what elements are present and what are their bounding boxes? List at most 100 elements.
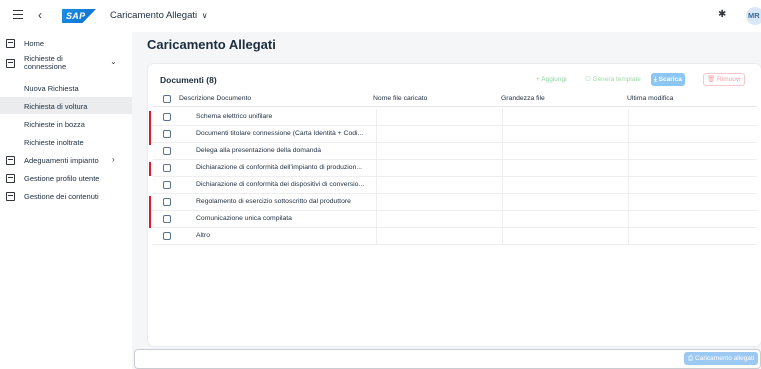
cell-divider [628, 160, 629, 177]
sidebar-item-gestione-profilo[interactable]: Gestione profilo utente [0, 170, 132, 186]
row-checkbox[interactable] [163, 130, 171, 138]
hamburger-menu-icon[interactable] [13, 10, 23, 19]
sidebar-item-richieste-bozza[interactable]: Richieste in bozza [0, 116, 132, 132]
table-row[interactable]: Documenti titolare connessione (Carta Id… [153, 126, 757, 143]
column-header-ultima-modifica: Ultima modifica [627, 95, 674, 102]
cell-divider [628, 177, 629, 194]
table-row[interactable]: Schema elettrico unifilare [149, 109, 757, 145]
cell-divider [502, 228, 503, 245]
sidebar-item-richieste-inoltrate[interactable]: Richieste inoltrate [0, 134, 132, 150]
sidebar-item-adeguamenti-impianto[interactable]: Adeguamenti impianto › [0, 152, 132, 168]
sidebar-item-gestione-contenuti[interactable]: Gestione dei contenuti [0, 188, 132, 204]
table-row[interactable]: Dichiarazione di conformità dei disposit… [153, 177, 757, 194]
user-profile-icon [6, 174, 15, 183]
chevron-down-icon: ∨ [201, 11, 208, 20]
remove-button[interactable]: 🗑 Rimuovi [703, 73, 745, 86]
cell-divider [628, 194, 629, 211]
sidebar-item-richieste-connessione[interactable]: Richieste di connessione ⌄ [0, 54, 132, 76]
sidebar-item-label: Adeguamenti impianto [24, 156, 99, 165]
row-description: Dichiarazione di conformità dei disposit… [196, 181, 365, 188]
row-description: Comunicazione unica compilata [196, 215, 292, 222]
upload-attachments-button[interactable]: ⎙ Caricamento allegati [684, 352, 759, 365]
cell-divider [502, 109, 503, 126]
select-all-checkbox[interactable] [163, 95, 171, 103]
required-marker [149, 111, 151, 145]
row-checkbox[interactable] [163, 164, 171, 172]
cell-divider [376, 211, 377, 228]
column-header-grandezza: Grandezza file [501, 95, 545, 102]
app-title-text: Caricamento Allegati [110, 10, 198, 21]
sidebar-item-label: Gestione profilo utente [24, 174, 100, 183]
cell-divider [376, 228, 377, 245]
table-header: Descrizione Documento Nome file caricato… [153, 92, 757, 107]
folder-icon [6, 59, 15, 68]
cell-divider [502, 160, 503, 177]
column-header-descrizione: Descrizione Documento [179, 95, 252, 102]
cell-divider [376, 126, 377, 143]
document-icon [6, 192, 15, 201]
row-description: Regolamento di esercizio sottoscritto da… [196, 198, 351, 205]
cell-divider [628, 109, 629, 126]
cell-divider [502, 126, 503, 143]
required-marker [149, 196, 151, 228]
row-description: Schema elettrico unifilare [196, 113, 273, 120]
chevron-right-icon[interactable]: › [112, 155, 115, 164]
cell-divider [628, 143, 629, 160]
cell-divider [502, 143, 503, 160]
required-marker [149, 162, 151, 176]
row-description: Delega alla presentazione della domanda [196, 147, 322, 154]
cell-divider [376, 177, 377, 194]
cell-divider [628, 126, 629, 143]
sidebar-item-label: Nuova Richiesta [24, 84, 79, 93]
app-title-menu[interactable]: Caricamento Allegati ∨ [110, 10, 208, 21]
sap-logo[interactable]: SAP [62, 9, 96, 23]
sidebar-item-label: Richiesta di voltura [24, 102, 88, 111]
cell-divider [502, 194, 503, 211]
add-button[interactable]: + Aggiungi [533, 73, 570, 86]
generate-template-button[interactable]: ⎔ Genera template [582, 73, 644, 86]
cell-divider [628, 211, 629, 228]
user-avatar[interactable]: MR [746, 7, 761, 25]
label-line-2: connessione [24, 62, 67, 71]
sidebar-item-label: Gestione dei contenuti [24, 192, 99, 201]
row-description: Documenti titolare connessione (Carta Id… [196, 130, 364, 137]
back-arrow-icon[interactable]: ‹ [38, 8, 42, 22]
cell-divider [502, 211, 503, 228]
documents-table-title: Documenti (8) [160, 75, 217, 85]
download-button[interactable]: ⤓ Scarica [651, 73, 685, 86]
row-checkbox[interactable] [163, 147, 171, 155]
cell-divider [376, 109, 377, 126]
cell-divider [502, 177, 503, 194]
side-navigation: Home Richieste di connessione ⌄ Nuova Ri… [0, 32, 132, 369]
sidebar-item-label: Richieste in bozza [24, 120, 85, 129]
table-row[interactable]: Dichiarazione di conformità dell'impiant… [149, 160, 757, 177]
sidebar-item-home[interactable]: Home [0, 36, 132, 50]
table-row[interactable]: Comunicazione unica compilata [153, 211, 757, 228]
row-description: Altro [196, 232, 210, 239]
sidebar-item-nuova-richiesta[interactable]: Nuova Richiesta [0, 80, 132, 96]
row-checkbox[interactable] [163, 215, 171, 223]
column-header-nome-file: Nome file caricato [373, 95, 428, 102]
table-row[interactable]: Regolamento di esercizio sottoscritto da… [149, 194, 757, 228]
row-checkbox[interactable] [163, 232, 171, 240]
cell-divider [376, 143, 377, 160]
sidebar-item-label: Home [24, 39, 45, 48]
footer-bar [134, 349, 761, 369]
row-checkbox[interactable] [163, 198, 171, 206]
row-checkbox[interactable] [163, 113, 171, 121]
row-description: Dichiarazione di conformità dell'impiant… [196, 164, 363, 171]
cell-divider [376, 160, 377, 177]
page-title: Caricamento Allegati [147, 37, 276, 52]
documents-card: Documenti (8) + Aggiungi ⎔ Genera templa… [148, 64, 761, 346]
folder-icon [6, 156, 15, 165]
sidebar-item-label: Richieste di connessione [24, 55, 66, 71]
table-row[interactable]: Altro [153, 228, 757, 245]
table-row[interactable]: Delega alla presentazione della domanda [153, 143, 757, 160]
sidebar-item-richiesta-voltura[interactable]: Richiesta di voltura [0, 97, 132, 114]
row-checkbox[interactable] [163, 181, 171, 189]
cell-divider [628, 228, 629, 245]
settings-icon[interactable]: ✱ [718, 9, 726, 20]
chevron-down-icon[interactable]: ⌄ [110, 57, 117, 66]
cell-divider [376, 194, 377, 211]
sidebar-item-label: Richieste inoltrate [24, 138, 84, 147]
